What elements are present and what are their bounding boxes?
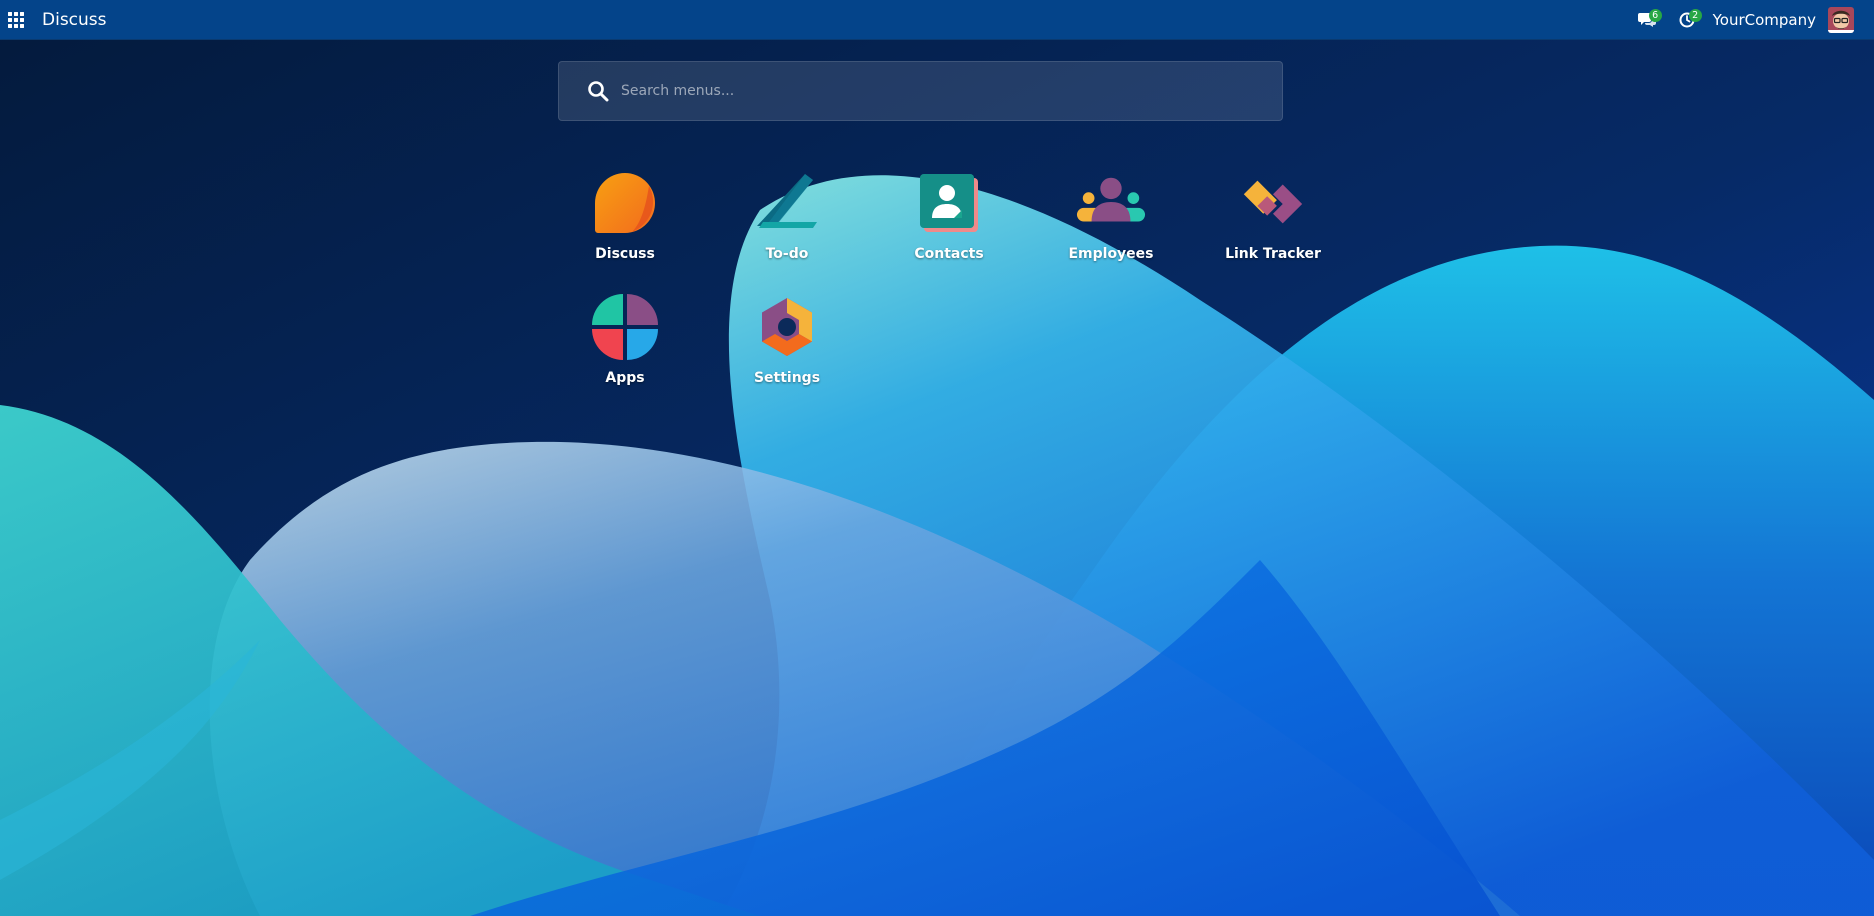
- discuss-icon: [590, 168, 660, 238]
- app-apps[interactable]: Apps: [544, 292, 706, 416]
- app-employees[interactable]: Employees: [1030, 168, 1192, 292]
- messages-count-badge: 6: [1648, 8, 1662, 22]
- link-tracker-icon: [1238, 168, 1308, 238]
- messaging-menu-button[interactable]: 6: [1627, 0, 1667, 40]
- user-avatar[interactable]: [1828, 6, 1854, 33]
- app-label: Link Tracker: [1225, 246, 1321, 262]
- company-switcher[interactable]: YourCompany: [1713, 11, 1816, 29]
- app-label: Apps: [605, 370, 645, 386]
- apps-icon: [590, 292, 660, 362]
- menu-search-bar: [558, 61, 1283, 121]
- app-settings[interactable]: Settings: [706, 292, 868, 416]
- app-label: Employees: [1068, 246, 1154, 262]
- apps-grid: Discuss To-do Contacts Employees Link Tr…: [544, 168, 1354, 416]
- activity-menu-button[interactable]: 2: [1667, 0, 1707, 40]
- background-wallpaper: [0, 0, 1874, 916]
- search-input[interactable]: [619, 70, 1223, 112]
- app-label: Settings: [753, 370, 821, 386]
- app-contacts[interactable]: Contacts: [868, 168, 1030, 292]
- activities-count-badge: 2: [1688, 8, 1702, 22]
- app-todo[interactable]: To-do: [706, 168, 868, 292]
- search-icon: [586, 79, 610, 103]
- app-label: Contacts: [914, 246, 984, 262]
- contacts-icon: [914, 168, 984, 238]
- apps-grid-icon[interactable]: [0, 0, 32, 40]
- app-title[interactable]: Discuss: [42, 10, 107, 30]
- employees-icon: [1076, 168, 1146, 238]
- app-label: Discuss: [595, 246, 655, 262]
- app-label: To-do: [765, 246, 809, 262]
- app-discuss[interactable]: Discuss: [544, 168, 706, 292]
- settings-icon: [752, 292, 822, 362]
- top-navbar: Discuss 6 2 YourCompany: [0, 0, 1874, 40]
- app-link-tracker[interactable]: Link Tracker: [1192, 168, 1354, 292]
- todo-icon: [752, 168, 822, 238]
- systray: 6 2 YourCompany: [1627, 0, 1874, 40]
